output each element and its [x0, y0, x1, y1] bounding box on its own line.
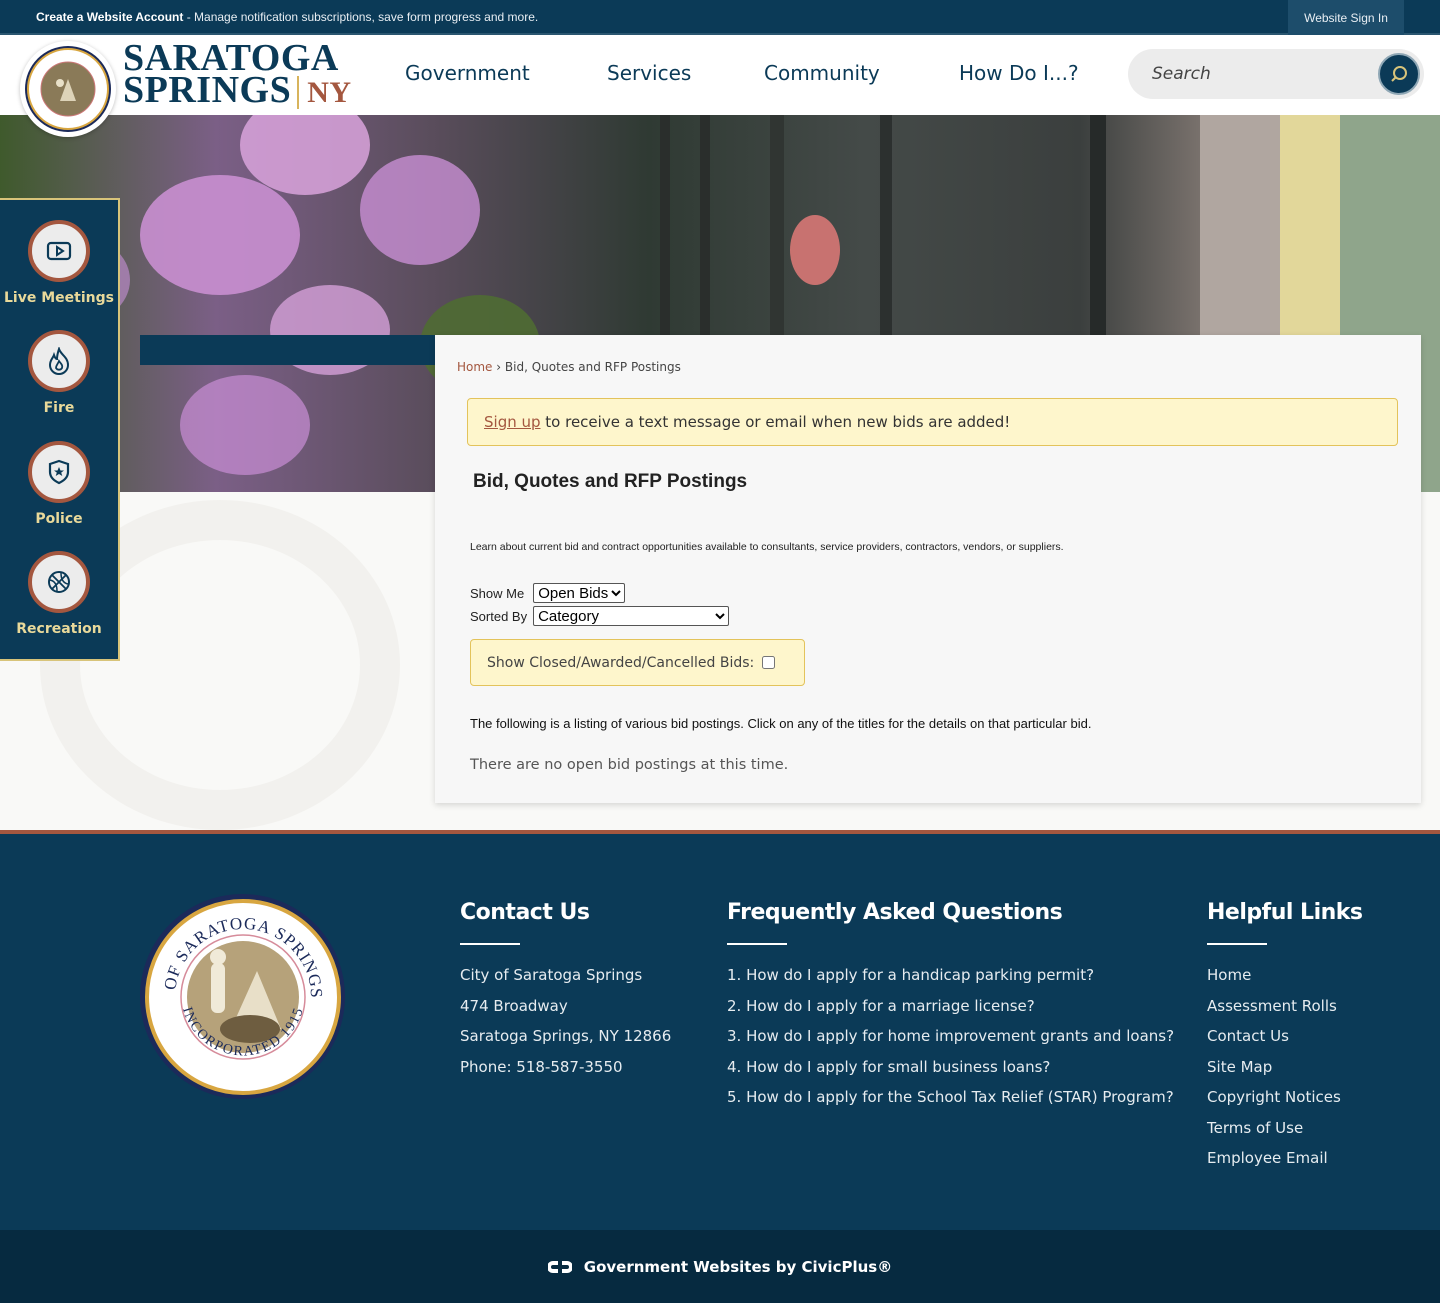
nav-services[interactable]: Services — [607, 61, 691, 85]
footer-link-contact-us[interactable]: Contact Us — [1207, 1026, 1363, 1046]
footer-link-home[interactable]: Home — [1207, 965, 1363, 985]
quick-link-recreation[interactable]: Recreation — [0, 551, 118, 637]
sorted-by-filter: Sorted By Category — [470, 606, 730, 626]
quick-link-label: Live Meetings — [4, 290, 114, 306]
empty-state-message: There are no open bid postings at this t… — [470, 757, 789, 773]
show-closed-bids-label[interactable]: Show Closed/Awarded/Cancelled Bids: — [487, 655, 754, 671]
quick-link-label: Fire — [43, 400, 75, 416]
show-closed-bids-checkbox[interactable] — [762, 656, 776, 669]
helpful-links-heading: Helpful Links — [1207, 900, 1363, 925]
sorted-by-label: Sorted By — [470, 608, 528, 624]
create-account-label[interactable]: Create a Website Account — [36, 10, 183, 24]
breadcrumb: Home › Bid, Quotes and RFP Postings — [457, 360, 681, 374]
logo-ny: NY — [297, 76, 352, 109]
quick-link-fire[interactable]: Fire — [0, 330, 118, 416]
site-footer: CITY OF SARATOGA SPRINGS N.Y. INCORPORAT… — [0, 830, 1440, 1230]
city-seal-logo[interactable] — [20, 41, 116, 137]
footer-link-employee-email[interactable]: Employee Email — [1207, 1148, 1363, 1168]
heading-divider — [460, 943, 520, 945]
contact-city: Saratoga Springs, NY 12866 — [460, 1027, 672, 1045]
contact-heading: Contact Us — [460, 900, 590, 925]
footer-link-copyright-notices[interactable]: Copyright Notices — [1207, 1087, 1363, 1107]
civicplus-credit-bar: Government Websites by CivicPlus® — [0, 1230, 1440, 1303]
top-utility-bar: Create a Website Account - Manage notifi… — [0, 0, 1440, 35]
show-me-select[interactable]: Open Bids — [533, 583, 626, 603]
footer-helpful-links-column: Helpful Links Home Assessment Rolls Cont… — [1207, 900, 1363, 1179]
seal-icon — [25, 46, 111, 132]
contact-phone[interactable]: Phone: 518-587-3550 — [460, 1057, 671, 1077]
civicplus-credit-link[interactable]: Government Websites by CivicPlus® — [584, 1258, 892, 1276]
footer-city-seal: CITY OF SARATOGA SPRINGS N.Y. INCORPORAT… — [140, 894, 345, 1099]
heading-divider — [1207, 943, 1267, 945]
search-input[interactable] — [1152, 61, 1372, 87]
listing-description: The following is a listing of various bi… — [470, 716, 1092, 731]
breadcrumb-current: Bid, Quotes and RFP Postings — [504, 360, 681, 374]
show-me-label: Show Me — [470, 585, 525, 601]
breadcrumb-separator: › — [496, 360, 502, 374]
quick-link-label: Recreation — [16, 621, 102, 637]
website-sign-in-button[interactable]: Website Sign In — [1288, 0, 1404, 35]
faq-link[interactable]: 2. How do I apply for a marriage license… — [727, 996, 1174, 1016]
faq-link[interactable]: 3. How do I apply for home improvement g… — [727, 1026, 1174, 1046]
show-closed-bids-box: Show Closed/Awarded/Cancelled Bids: — [470, 639, 805, 686]
faq-heading: Frequently Asked Questions — [727, 900, 1063, 925]
nav-government[interactable]: Government — [405, 61, 530, 85]
faq-link[interactable]: 1. How do I apply for a handicap parking… — [727, 965, 1174, 985]
main-content: Home › Bid, Quotes and RFP Postings Sign… — [435, 335, 1421, 803]
create-account-link[interactable]: Create a Website Account - Manage notifi… — [36, 10, 538, 24]
police-badge-icon — [48, 459, 70, 485]
city-seal-icon: CITY OF SARATOGA SPRINGS N.Y. INCORPORAT… — [144, 898, 341, 1095]
contact-org: City of Saratoga Springs — [460, 966, 643, 984]
search-button[interactable] — [1378, 53, 1420, 95]
signup-alert: Sign up to receive a text message or ema… — [467, 398, 1398, 446]
faq-link[interactable]: 4. How do I apply for small business loa… — [727, 1057, 1174, 1077]
civicplus-logo-icon — [547, 1260, 572, 1273]
alert-text: to receive a text message or email when … — [540, 413, 1011, 431]
nav-how-do-i[interactable]: How Do I...? — [959, 61, 1079, 85]
page-title: Bid, Quotes and RFP Postings — [473, 471, 748, 492]
quick-link-live-meetings[interactable]: Live Meetings — [0, 220, 118, 306]
quick-links-panel: Live Meetings Fire Police Recreation — [0, 198, 120, 661]
footer-link-assessment-rolls[interactable]: Assessment Rolls — [1207, 996, 1363, 1016]
quick-link-label: Police — [35, 511, 83, 527]
flame-icon — [48, 347, 70, 375]
basketball-icon — [48, 571, 70, 593]
video-play-icon — [46, 241, 72, 261]
footer-link-terms-of-use[interactable]: Terms of Use — [1207, 1118, 1363, 1138]
footer-link-site-map[interactable]: Site Map — [1207, 1057, 1363, 1077]
footer-faq-column: Frequently Asked Questions 1. How do I a… — [727, 900, 1174, 1118]
heading-divider — [727, 943, 787, 945]
site-logo-text[interactable]: SARATOGA SPRINGS NY — [123, 39, 352, 111]
side-navigation-header — [140, 335, 435, 365]
quick-link-police[interactable]: Police — [0, 441, 118, 527]
breadcrumb-home[interactable]: Home — [457, 360, 492, 374]
site-header: SARATOGA SPRINGS NY Government Services C… — [0, 37, 1440, 137]
show-me-filter: Show Me Open Bids — [470, 583, 626, 603]
contact-street: 474 Broadway — [460, 996, 568, 1015]
sorted-by-select[interactable]: Category — [533, 606, 730, 626]
sign-up-link[interactable]: Sign up — [484, 413, 541, 431]
footer-contact-column: Contact Us City of Saratoga Springs 474 … — [460, 900, 671, 1087]
logo-line-2: SPRINGS — [123, 69, 292, 111]
page-intro: Learn about current bid and contract opp… — [470, 541, 1064, 553]
search-icon — [1391, 66, 1407, 82]
nav-community[interactable]: Community — [764, 61, 880, 85]
faq-link[interactable]: 5. How do I apply for the School Tax Rel… — [727, 1087, 1174, 1107]
create-account-description: - Manage notification subscriptions, sav… — [183, 10, 539, 24]
search-box — [1128, 49, 1424, 99]
